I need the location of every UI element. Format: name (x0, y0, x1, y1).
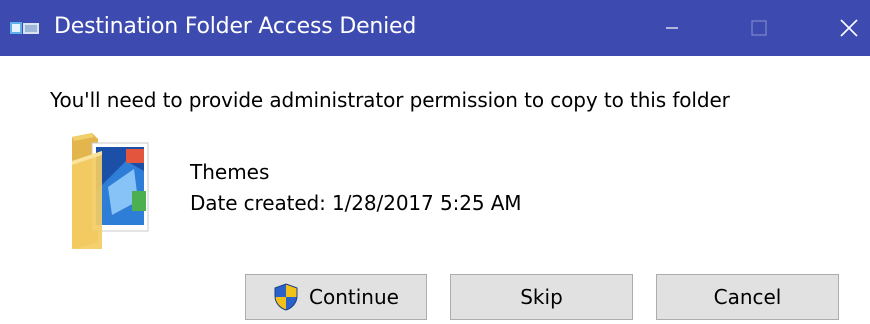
title-bar[interactable]: Destination Folder Access Denied (0, 0, 870, 56)
minimize-icon (666, 27, 678, 29)
close-icon (840, 19, 858, 37)
permission-message: You'll need to provide administrator per… (50, 88, 730, 112)
close-button[interactable] (821, 0, 870, 56)
continue-label: Continue (309, 285, 399, 309)
cancel-button[interactable]: Cancel (656, 274, 839, 320)
folder-icon (72, 133, 149, 249)
app-icon (10, 22, 39, 34)
continue-button[interactable]: Continue (245, 274, 427, 320)
maximize-button (731, 0, 787, 56)
uac-shield-icon (274, 283, 298, 311)
cancel-label: Cancel (713, 285, 782, 309)
item-date-created: Date created: 1/28/2017 5:25 AM (190, 191, 522, 215)
maximize-icon (751, 20, 767, 36)
skip-label: Skip (520, 285, 563, 309)
minimize-button[interactable] (644, 0, 700, 56)
skip-button[interactable]: Skip (450, 274, 633, 320)
item-name: Themes (190, 160, 270, 184)
window-title: Destination Folder Access Denied (54, 14, 417, 39)
access-denied-dialog: Destination Folder Access Denied You'll … (0, 0, 870, 324)
